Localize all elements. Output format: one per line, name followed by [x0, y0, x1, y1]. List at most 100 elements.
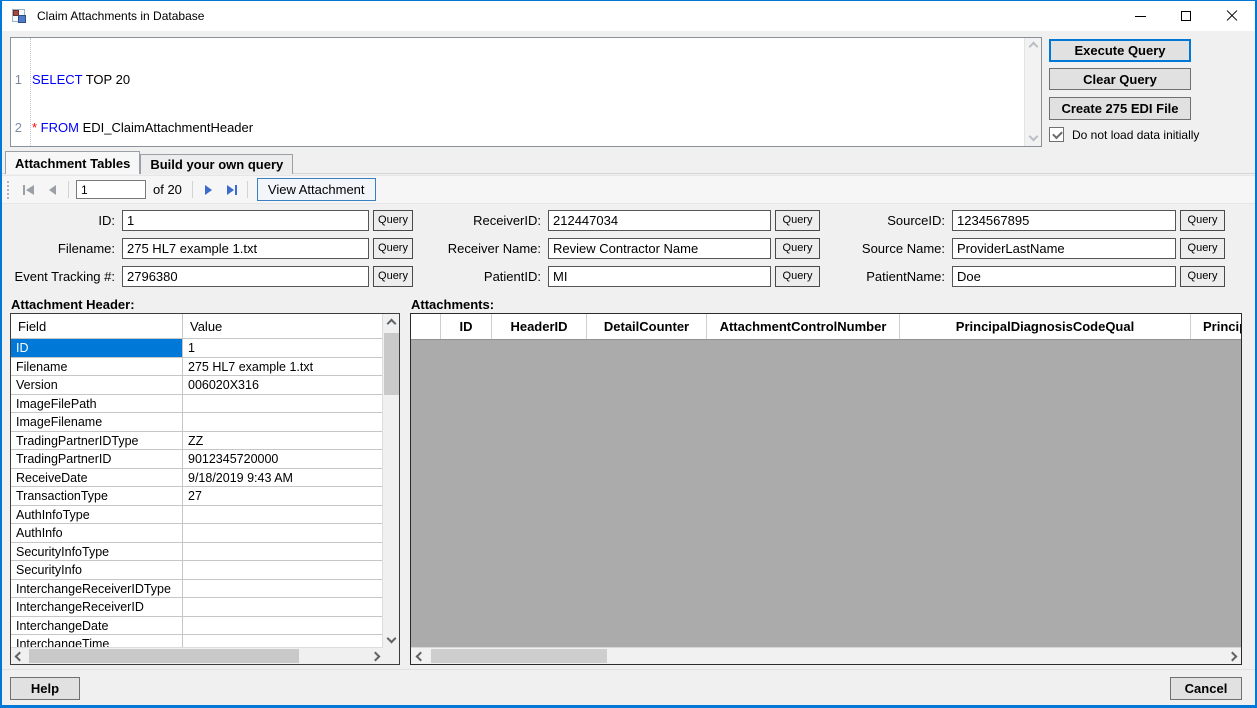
table-row[interactable]: Filename 275 HL7 example 1.txt — [11, 358, 382, 377]
table-row[interactable]: TradingPartnerIDType ZZ — [11, 432, 382, 451]
field-cell[interactable]: ReceiveDate — [11, 469, 183, 487]
sql-query-editor[interactable]: 1SELECT TOP 20 2* FROM EDI_ClaimAttachme… — [10, 37, 1042, 147]
scroll-down-icon[interactable] — [1029, 132, 1037, 140]
scroll-up-icon[interactable] — [1029, 42, 1037, 50]
value-cell[interactable] — [183, 561, 382, 579]
grid-column-header[interactable]: PrincipalDiagnosisCodeQual — [900, 314, 1191, 339]
scrollbar-thumb[interactable] — [431, 649, 607, 663]
query-button[interactable]: Query — [775, 210, 820, 231]
scroll-up-icon[interactable] — [387, 319, 395, 327]
help-button[interactable]: Help — [10, 677, 80, 700]
do-not-load-checkbox[interactable]: Do not load data initially — [1049, 127, 1199, 142]
table-row[interactable]: InterchangeReceiverID — [11, 598, 382, 617]
table-row[interactable]: ImageFilename — [11, 413, 382, 432]
grid-column-header[interactable]: PrincipalDiagnosis — [1191, 314, 1242, 339]
field-cell[interactable]: SecurityInfoType — [11, 543, 183, 561]
query-button[interactable]: Query — [373, 266, 413, 287]
value-cell[interactable] — [183, 617, 382, 635]
field-cell[interactable]: SecurityInfo — [11, 561, 183, 579]
table-row[interactable]: Version 006020X316 — [11, 376, 382, 395]
table-row[interactable]: AuthInfoType — [11, 506, 382, 525]
scroll-right-icon[interactable] — [1228, 652, 1236, 660]
grid-horizontal-scrollbar[interactable] — [411, 647, 1241, 664]
kv-horizontal-scrollbar[interactable] — [11, 647, 383, 664]
move-previous-button[interactable] — [41, 179, 65, 201]
cancel-button[interactable]: Cancel — [1170, 677, 1242, 700]
scroll-left-icon[interactable] — [416, 652, 424, 660]
move-first-button[interactable] — [17, 179, 41, 201]
checkbox-box[interactable] — [1049, 127, 1064, 142]
field-cell[interactable]: Version — [11, 376, 183, 394]
field-input[interactable] — [548, 266, 771, 287]
field-input[interactable] — [952, 238, 1176, 259]
query-button[interactable]: Query — [1180, 266, 1225, 287]
table-row[interactable]: ID 1 — [11, 339, 382, 358]
value-cell[interactable] — [183, 524, 382, 542]
field-cell[interactable]: Filename — [11, 358, 183, 376]
grid-column-header[interactable]: ID — [441, 314, 492, 339]
value-cell[interactable] — [183, 580, 382, 598]
field-input[interactable] — [122, 210, 369, 231]
field-input[interactable] — [122, 266, 369, 287]
value-cell[interactable]: 9/18/2019 9:43 AM — [183, 469, 382, 487]
value-cell[interactable] — [183, 543, 382, 561]
value-cell[interactable]: 27 — [183, 487, 382, 505]
query-button[interactable]: Query — [373, 210, 413, 231]
grid-column-header[interactable]: DetailCounter — [587, 314, 707, 339]
value-cell[interactable] — [183, 395, 382, 413]
value-cell[interactable]: 006020X316 — [183, 376, 382, 394]
value-cell[interactable]: 1 — [183, 339, 382, 357]
value-cell[interactable] — [183, 635, 382, 647]
column-header-value[interactable]: Value — [183, 314, 382, 338]
table-row[interactable]: AuthInfo — [11, 524, 382, 543]
field-cell[interactable]: TransactionType — [11, 487, 183, 505]
view-attachment-button[interactable]: View Attachment — [257, 178, 376, 201]
value-cell[interactable]: ZZ — [183, 432, 382, 450]
value-cell[interactable] — [183, 506, 382, 524]
query-button[interactable]: Query — [775, 266, 820, 287]
value-cell[interactable]: 275 HL7 example 1.txt — [183, 358, 382, 376]
table-row[interactable]: SecurityInfoType — [11, 543, 382, 562]
field-cell[interactable]: ImageFilePath — [11, 395, 183, 413]
query-vertical-scrollbar[interactable] — [1024, 38, 1041, 146]
column-header-field[interactable]: Field — [11, 314, 183, 338]
toolbar-grip[interactable] — [7, 181, 11, 199]
field-input[interactable] — [952, 266, 1176, 287]
value-cell[interactable]: 9012345720000 — [183, 450, 382, 468]
field-cell[interactable]: InterchangeReceiverID — [11, 598, 183, 616]
field-cell[interactable]: AuthInfoType — [11, 506, 183, 524]
grid-column-header[interactable]: HeaderID — [492, 314, 587, 339]
tab-attachment-tables[interactable]: Attachment Tables — [5, 151, 140, 174]
kv-vertical-scrollbar[interactable] — [382, 314, 399, 647]
table-row[interactable]: InterchangeDate — [11, 617, 382, 636]
field-cell[interactable]: AuthInfo — [11, 524, 183, 542]
table-row[interactable]: InterchangeTime — [11, 635, 382, 647]
field-input[interactable] — [548, 210, 771, 231]
tab-build-your-own-query[interactable]: Build your own query — [140, 154, 293, 174]
field-input[interactable] — [952, 210, 1176, 231]
grid-column-header[interactable]: AttachmentControlNumber — [707, 314, 900, 339]
execute-query-button[interactable]: Execute Query — [1049, 39, 1191, 62]
table-row[interactable]: TransactionType 27 — [11, 487, 382, 506]
maximize-button[interactable] — [1163, 1, 1209, 31]
field-cell[interactable]: TradingPartnerID — [11, 450, 183, 468]
field-cell[interactable]: TradingPartnerIDType — [11, 432, 183, 450]
value-cell[interactable] — [183, 598, 382, 616]
attachments-grid-body[interactable] — [411, 340, 1241, 647]
move-last-button[interactable] — [220, 179, 244, 201]
query-button[interactable]: Query — [1180, 238, 1225, 259]
table-row[interactable]: InterchangeReceiverIDType — [11, 580, 382, 599]
scroll-left-icon[interactable] — [15, 652, 23, 660]
query-button[interactable]: Query — [373, 238, 413, 259]
table-row[interactable]: SecurityInfo — [11, 561, 382, 580]
query-button[interactable]: Query — [775, 238, 820, 259]
scroll-right-icon[interactable] — [371, 652, 379, 660]
table-row[interactable]: ReceiveDate 9/18/2019 9:43 AM — [11, 469, 382, 488]
close-button[interactable] — [1209, 1, 1255, 31]
table-row[interactable]: ImageFilePath — [11, 395, 382, 414]
move-next-button[interactable] — [196, 179, 220, 201]
field-cell[interactable]: InterchangeReceiverIDType — [11, 580, 183, 598]
field-cell[interactable]: InterchangeDate — [11, 617, 183, 635]
minimize-button[interactable] — [1117, 1, 1163, 31]
field-cell[interactable]: ImageFilename — [11, 413, 183, 431]
